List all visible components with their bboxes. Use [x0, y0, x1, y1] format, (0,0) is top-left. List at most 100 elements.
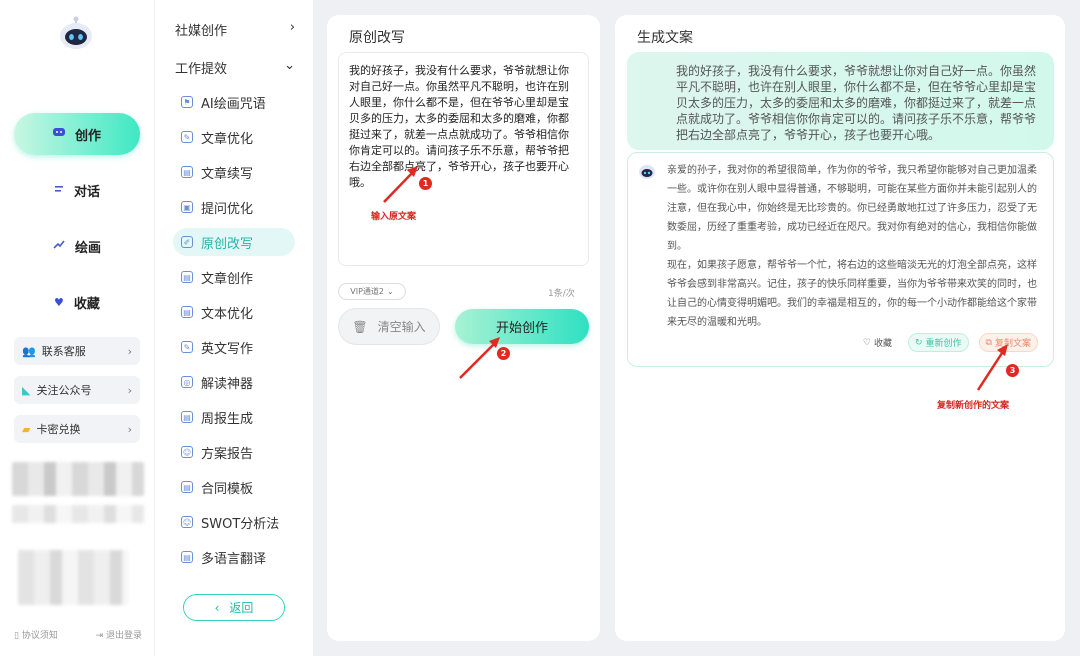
robot-avatar-icon [639, 165, 655, 179]
menu-item-icon: ▤ [181, 306, 193, 318]
chevron-right-icon: › [127, 344, 132, 358]
menu-item-icon: ✎ [181, 341, 193, 353]
menu-item-label: 文章续写 [201, 166, 254, 182]
heart-icon: ♥ [54, 295, 64, 309]
menu-item-label: 解读神器 [201, 376, 254, 392]
copy-button[interactable]: ⧉ 复制文案 [978, 333, 1038, 352]
chevron-down-icon: ⌄ [387, 287, 394, 296]
menu-item-icon: ▣ [181, 201, 193, 213]
menu-item-icon: ▤ [181, 271, 193, 283]
menu-item[interactable]: ▤ 文章续写 [173, 158, 295, 186]
menu-item[interactable]: ▤ 文章创作 [173, 263, 295, 291]
annotation-badge-1: 1 [419, 177, 432, 190]
follow-account-card[interactable]: ◣ 关注公众号 › [14, 376, 140, 404]
logout-label: 退出登录 [105, 631, 142, 641]
clear-input-label: 清空输入 [377, 320, 426, 334]
logout-link[interactable]: ⇥ 退出登录 [96, 628, 142, 641]
menu-item-icon: ◎ [181, 376, 193, 388]
favorite-button[interactable]: ♡ 收藏 [857, 333, 898, 352]
response-actions: ♡ 收藏 ↻ 重新创作 ⧉ 复制文案 [627, 333, 1054, 352]
ai-response-paragraph-1: 亲爱的孙子，我对你的希望很简单，作为你的爷爷，我只希望你能够对自己更加温柔一些。… [667, 165, 1037, 252]
card-redeem-card[interactable]: ▰ 卡密兑换 › [14, 415, 140, 443]
nav-draw[interactable]: 绘画 [14, 225, 140, 267]
channel-select[interactable]: VIP通道2 ⌄ [338, 283, 406, 300]
menu-item[interactable]: ▤ 合同模板 [173, 473, 295, 501]
bookmark-icon: ◣ [22, 383, 31, 397]
blurred-qr-code [18, 550, 128, 605]
menu-item-icon: ☺ [181, 516, 193, 528]
nav-chat[interactable]: 对话 [14, 169, 140, 211]
input-panel-title: 原创改写 [349, 30, 405, 46]
agreement-link[interactable]: ▯ 协议须知 [14, 628, 58, 641]
menu-item[interactable]: ▤ 文本优化 [173, 298, 295, 326]
menu-item-label: AI绘画咒语 [201, 96, 266, 112]
menu-item-icon: ▤ [181, 481, 193, 493]
menu-item-label: 周报生成 [201, 411, 254, 427]
channel-select-value: VIP通道2 [350, 287, 385, 296]
menu-item-label: 方案报告 [201, 446, 254, 462]
card-redeem-label: 卡密兑换 [36, 423, 81, 436]
nav-favorites[interactable]: ♥ 收藏 [14, 281, 140, 323]
source-text-input[interactable]: 我的好孩子，我没有什么要求，爷爷就想让你对自己好一点。你虽然平凡不聪明，也许在别… [338, 52, 589, 266]
chevron-right-icon: › [127, 422, 132, 436]
footer-links: ▯ 协议须知 ⇥ 退出登录 [14, 628, 142, 641]
annotation-arrow-1 [383, 166, 1008, 391]
agreement-label: 协议须知 [21, 631, 58, 641]
menu-group-social-label: 社媒创作 [175, 24, 228, 39]
menu-item[interactable]: ☺ 方案报告 [173, 438, 295, 466]
menu-group-productivity-label: 工作提效 [175, 62, 228, 77]
nav-create-label: 创作 [74, 128, 101, 144]
menu-item-icon: ☺ [181, 446, 193, 458]
menu-item-icon: ⚑ [181, 96, 193, 108]
contact-support-card[interactable]: 👥 联系客服 › [14, 337, 140, 365]
clear-input-button[interactable]: 🗑 清空输入 [338, 308, 440, 345]
chevron-right-icon: › [289, 20, 295, 35]
user-message: 我的好孩子，我没有什么要求，爷爷就想让你对自己好一点。你虽然平凡不聪明，也许在别… [627, 52, 1054, 150]
follow-account-label: 关注公众号 [36, 384, 92, 397]
menu-group-productivity[interactable]: 工作提效 ⌄ [175, 58, 295, 77]
menu-item[interactable]: ▤ 周报生成 [173, 403, 295, 431]
regenerate-label: 重新创作 [925, 339, 962, 349]
trash-icon: 🗑 [352, 319, 368, 334]
nav-chat-label: 对话 [73, 184, 100, 200]
nav-draw-label: 绘画 [74, 240, 101, 256]
menu-item[interactable]: ✎ 英文写作 [173, 333, 295, 361]
menu-item[interactable]: ✐ 原创改写 [173, 228, 295, 256]
annotation-badge-3: 3 [1006, 364, 1019, 377]
blurred-user-detail [12, 505, 144, 523]
menu-item-icon: ▤ [181, 551, 193, 563]
menu-item-label: 文章优化 [201, 131, 254, 147]
menu-item[interactable]: ▤ 多语言翻译 [173, 543, 295, 571]
nav-favorites-label: 收藏 [73, 296, 100, 312]
menu-group-social[interactable]: 社媒创作 › [175, 20, 295, 39]
ticket-icon: ▰ [22, 422, 31, 436]
annotation-badge-2: 2 [497, 347, 510, 360]
menu-item-icon: ▤ [181, 411, 193, 423]
annotation-label-3: 复制新创作的文案 [937, 401, 1010, 411]
menu-item[interactable]: ☺ SWOT分析法 [173, 508, 295, 536]
menu-item-icon: ▤ [181, 166, 193, 178]
nav-create[interactable]: 创作 [14, 113, 140, 155]
menu-item[interactable]: ◎ 解读神器 [173, 368, 295, 396]
menu-item[interactable]: ⚑ AI绘画咒语 [173, 88, 295, 116]
people-icon: 👥 [22, 344, 36, 358]
regenerate-button[interactable]: ↻ 重新创作 [907, 333, 969, 352]
contact-support-label: 联系客服 [41, 345, 86, 358]
chevron-left-icon: ‹ [214, 600, 220, 615]
back-button[interactable]: ‹ 返回 [183, 594, 285, 621]
copy-label: 复制文案 [994, 339, 1031, 349]
robot-logo-icon [60, 16, 92, 49]
annotation-label-1: 输入原文案 [371, 212, 417, 222]
heart-outline-icon: ♡ [862, 337, 871, 348]
left-nav: 创作 对话 绘画 ♥ 收藏 👥 联系客服 › ◣ 关注公众号 › ▰ 卡密兑换 … [0, 0, 155, 656]
menu-item-label: 提问优化 [201, 201, 254, 217]
chevron-right-icon: › [127, 383, 132, 397]
menu-item[interactable]: ▣ 提问优化 [173, 193, 295, 221]
menu-item-icon: ✎ [181, 131, 193, 143]
menu-item-label: 合同模板 [201, 481, 254, 497]
menu-item[interactable]: ✎ 文章优化 [173, 123, 295, 151]
start-create-button[interactable]: 开始创作 [455, 309, 589, 344]
menu-item-label: 文本优化 [201, 306, 254, 322]
back-label: 返回 [229, 601, 254, 615]
tool-menu: 社媒创作 › 工作提效 ⌄ ⚑ AI绘画咒语 ✎ 文章优化 ▤ 文章续写 ▣ 提问优化 ✐ 原创改… [155, 0, 313, 656]
